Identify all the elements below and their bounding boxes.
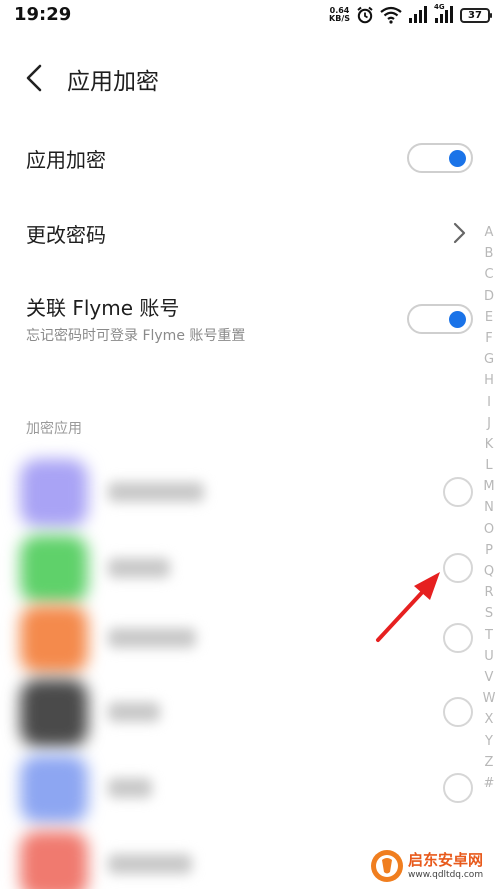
status-time: 19:29 [14,4,72,25]
back-arrow-icon [26,64,42,92]
battery-icon: 37 [460,7,492,23]
app-icon-purple [20,459,88,527]
toggle-knob [449,150,466,167]
alphabet-letter[interactable]: H [480,370,498,391]
app-select-radio[interactable] [443,773,473,803]
app-select-radio[interactable] [443,477,473,507]
alphabet-letter[interactable]: I [480,392,498,413]
app-name-blurred [108,628,196,648]
alphabet-letter[interactable]: K [480,434,498,455]
app-name-blurred [108,854,192,874]
alphabet-letter[interactable]: B [480,243,498,264]
chevron-right-icon [453,222,466,244]
alphabet-letter[interactable]: J [480,413,498,434]
alphabet-letter[interactable]: # [480,773,498,794]
app-icon-dark [20,679,88,747]
red-arrow-annotation [376,572,440,642]
app-name-blurred [108,558,170,578]
network-speed: 0.64 KB/S [329,7,350,23]
app-name-blurred [108,702,160,722]
status-icons: 0.64 KB/S 4G 37 [329,3,492,26]
alphabet-letter[interactable]: X [480,709,498,730]
watermark-url: www.qdltdq.com [408,870,484,880]
signal-icon [409,6,427,23]
app-lock-label: 应用加密 [26,148,106,172]
link-flyme-toggle[interactable] [407,304,473,334]
app-list-item[interactable] [0,751,500,827]
link-flyme-row[interactable]: 关联 Flyme 账号 忘记密码时可登录 Flyme 账号重置 [0,280,500,350]
alphabet-letter[interactable]: U [480,646,498,667]
alphabet-letter[interactable]: P [480,540,498,561]
link-flyme-sublabel: 忘记密码时可登录 Flyme 账号重置 [26,328,246,344]
section-header-locked-apps: 加密应用 [26,421,82,437]
locked-app-list [0,455,500,889]
app-name-blurred [108,778,152,798]
alphabet-letter[interactable]: F [480,328,498,349]
app-header: 应用加密 [0,50,500,106]
alphabet-letter[interactable]: A [480,222,498,243]
alphabet-letter[interactable]: Y [480,731,498,752]
alphabet-letter[interactable]: G [480,349,498,370]
alphabet-letter[interactable]: D [480,286,498,307]
alphabet-letter[interactable]: Z [480,752,498,773]
back-button[interactable] [18,62,50,94]
app-icon-orange [20,605,88,673]
alphabet-letter[interactable]: L [480,455,498,476]
alphabet-letter[interactable]: N [480,497,498,518]
app-icon-green [20,535,88,603]
watermark-logo-icon [371,850,403,882]
alphabet-letter[interactable]: S [480,603,498,624]
app-select-radio[interactable] [443,697,473,727]
status-bar: 19:29 0.64 KB/S 4G 37 [0,0,500,30]
watermark-title: 启东安卓网 [408,851,484,869]
app-icon-red [20,831,88,889]
watermark: 启东安卓网 www.qdltdq.com [370,848,498,886]
network-speed-unit: KB/S [329,14,350,23]
wifi-icon [380,6,402,24]
alphabet-letter[interactable]: C [480,264,498,285]
app-lock-toggle[interactable] [407,143,473,173]
app-list-item[interactable] [0,455,500,531]
alphabet-letter[interactable]: O [480,519,498,540]
toggle-knob [449,311,466,328]
app-list-item[interactable] [0,675,500,751]
alphabet-index[interactable]: A B C D E F G H I J K L M N O P Q R S T U V W X Y Z # [480,222,498,794]
app-icon-blue [20,755,88,823]
app-lock-row[interactable]: 应用加密 [0,130,500,186]
link-flyme-label: 关联 Flyme 账号 [26,296,180,320]
change-password-row[interactable]: 更改密码 [0,205,500,261]
alphabet-letter[interactable]: E [480,307,498,328]
alarm-icon [357,6,373,24]
app-name-blurred [108,482,204,502]
alphabet-letter[interactable]: M [480,476,498,497]
change-password-label: 更改密码 [26,223,106,247]
alphabet-letter[interactable]: Q [480,561,498,582]
page-title: 应用加密 [67,69,159,95]
alphabet-letter[interactable]: W [480,688,498,709]
alphabet-letter[interactable]: T [480,625,498,646]
signal-4g-icon: 4G [434,3,454,24]
alphabet-letter[interactable]: V [480,667,498,688]
alphabet-letter[interactable]: R [480,582,498,603]
